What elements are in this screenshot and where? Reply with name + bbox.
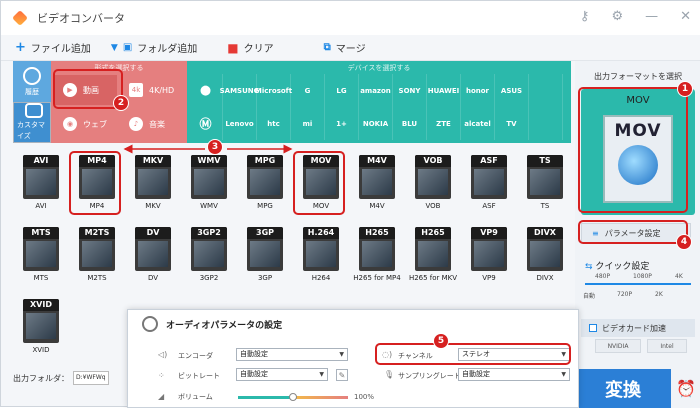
step-badge-1: 1 [677,81,693,97]
app-window: ビデオコンバータ ⚷ ⚙ — ✕ + ファイル追加 ▼ ▣ フォルダ追加 ■ ク… [0,0,700,408]
step-badge-3: 3 [207,139,223,155]
step-badge-4: 4 [676,234,692,250]
step-badge-5: 5 [433,333,449,349]
annotation-arrows [123,144,293,154]
step-badge-2: 2 [113,95,129,111]
